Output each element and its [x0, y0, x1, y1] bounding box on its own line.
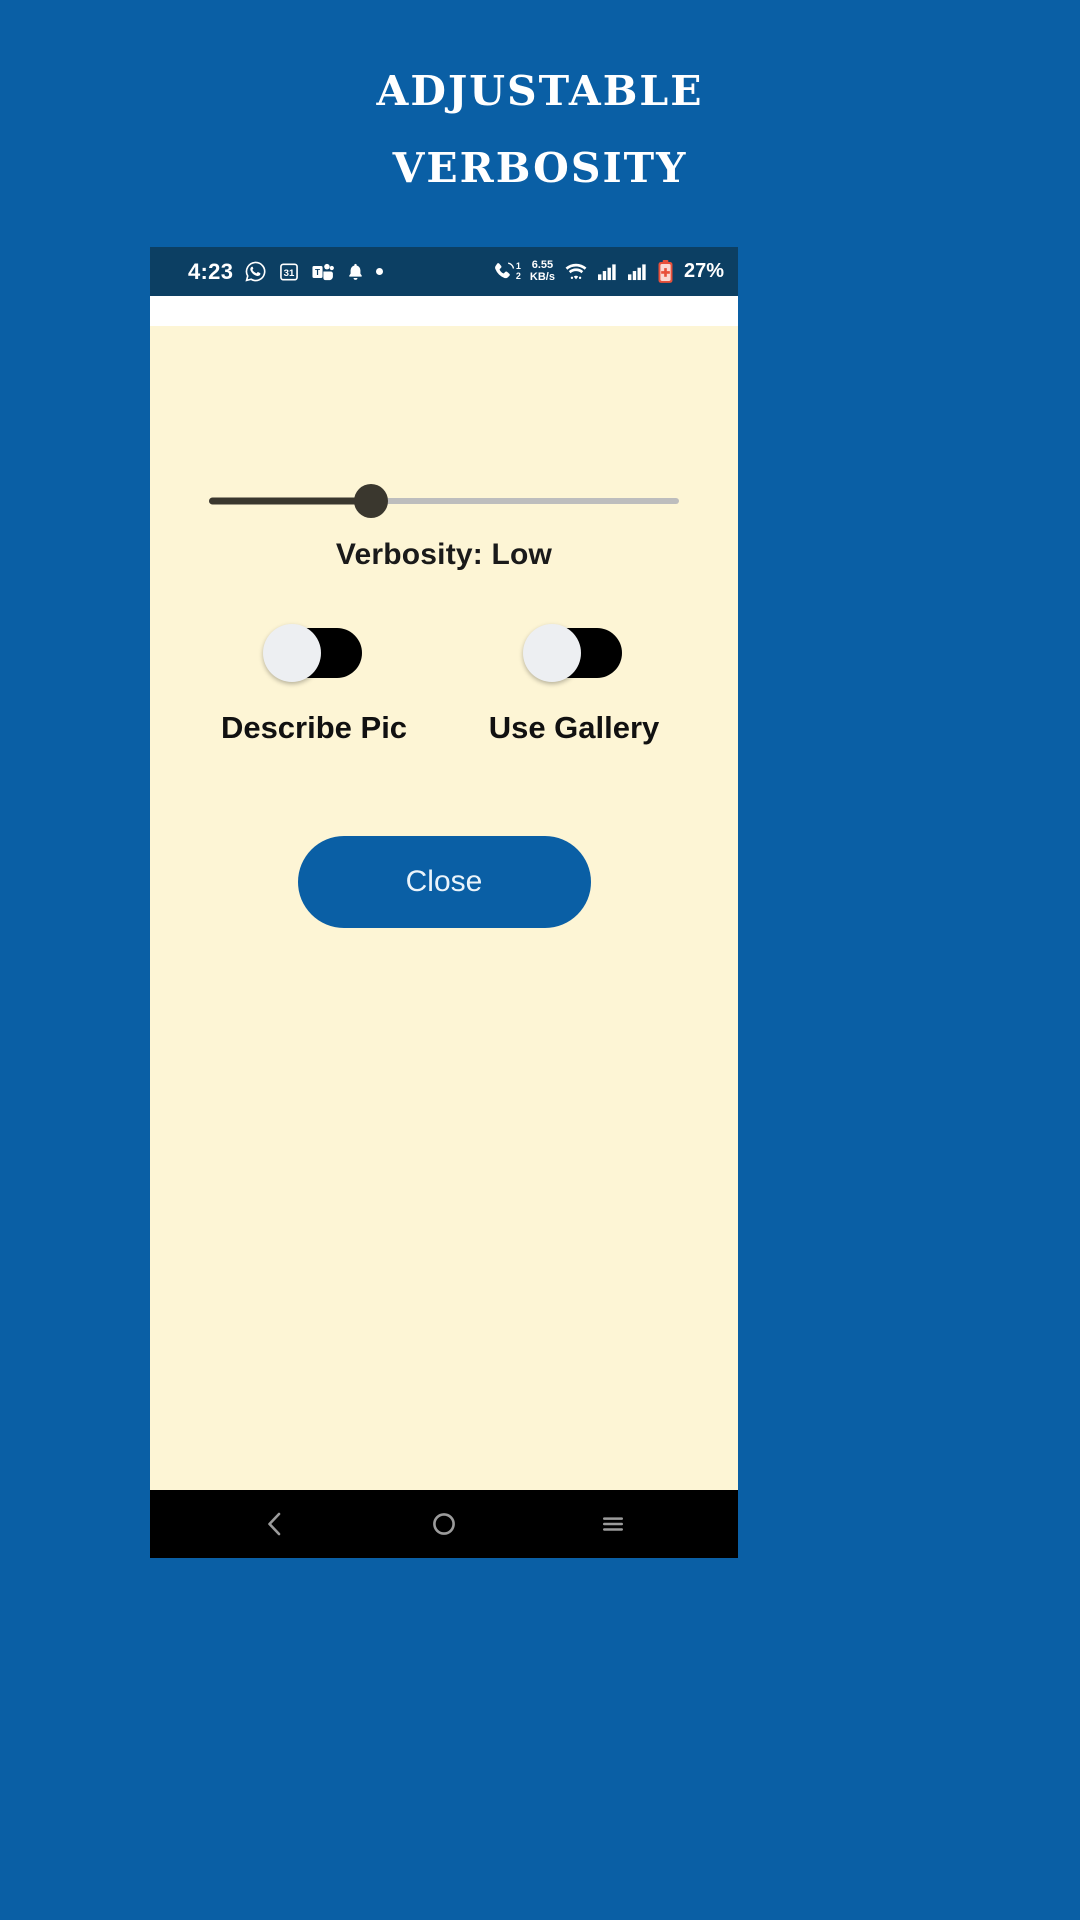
page-title-line-2: Verbosity [392, 128, 688, 196]
close-button[interactable]: Close [297, 836, 591, 928]
verbosity-value-label: Verbosity: Low [335, 538, 553, 571]
describe-pic-toggle-cell: Describe Pic [194, 624, 434, 746]
describe-pic-toggle-label: Describe Pic [220, 710, 408, 745]
signal-bars-icon [597, 262, 618, 281]
battery-percent-label: 27% [683, 260, 724, 282]
battery-saver-icon [657, 259, 674, 284]
wifi-icon [564, 262, 588, 282]
verbosity-slider[interactable] [209, 481, 679, 521]
signal-bars-icon [627, 262, 648, 281]
status-bar-right-group: 1 2 6.55 KB/s 27% [493, 259, 724, 284]
network-speed-value: 6.55 [531, 259, 554, 272]
network-speed: 6.55 KB/s [529, 259, 555, 283]
sim-indicator: 1 2 [515, 261, 521, 281]
dual-sim-call-icon: 1 2 [493, 261, 521, 282]
phone-screenshot: 4:23 31 T 1 2 6.55 KB/s 27% Verbosity: L… [150, 247, 738, 1558]
use-gallery-toggle-thumb[interactable] [523, 624, 581, 682]
status-bar-left-group: 4:23 31 T [188, 258, 384, 285]
svg-text:T: T [315, 268, 320, 277]
close-button-row: Close [150, 836, 738, 928]
use-gallery-toggle-label: Use Gallery [488, 710, 660, 745]
dot-icon [376, 268, 384, 275]
page-title-line-1: Adjustable [376, 51, 704, 120]
verbosity-slider-row [150, 481, 738, 521]
app-top-spacer [150, 296, 738, 326]
home-circle-icon[interactable] [399, 1490, 489, 1558]
page-title: Adjustable Verbosity [0, 0, 1080, 248]
whatsapp-icon [244, 260, 267, 283]
microsoft-teams-icon: T [311, 261, 335, 283]
network-speed-unit: KB/s [529, 270, 555, 283]
app-content: Verbosity: Low Describe Pic Use Gallery … [150, 326, 738, 1490]
svg-text:31: 31 [284, 268, 295, 279]
toggle-row: Describe Pic Use Gallery [150, 624, 738, 746]
calendar-icon: 31 [278, 261, 300, 283]
describe-pic-toggle-thumb[interactable] [263, 624, 321, 682]
bell-icon [346, 262, 365, 282]
describe-pic-toggle[interactable] [263, 624, 362, 682]
status-bar: 4:23 31 T 1 2 6.55 KB/s 27% [150, 247, 738, 296]
use-gallery-toggle[interactable] [523, 624, 622, 682]
back-chevron-icon[interactable] [230, 1490, 320, 1558]
slider-thumb[interactable] [354, 484, 389, 518]
status-clock: 4:23 [188, 258, 234, 284]
use-gallery-toggle-cell: Use Gallery [454, 624, 694, 746]
sim-2-label: 2 [515, 270, 521, 281]
hamburger-recents-icon[interactable] [568, 1490, 658, 1558]
android-nav-bar [150, 1490, 738, 1558]
slider-track-active [209, 497, 372, 505]
